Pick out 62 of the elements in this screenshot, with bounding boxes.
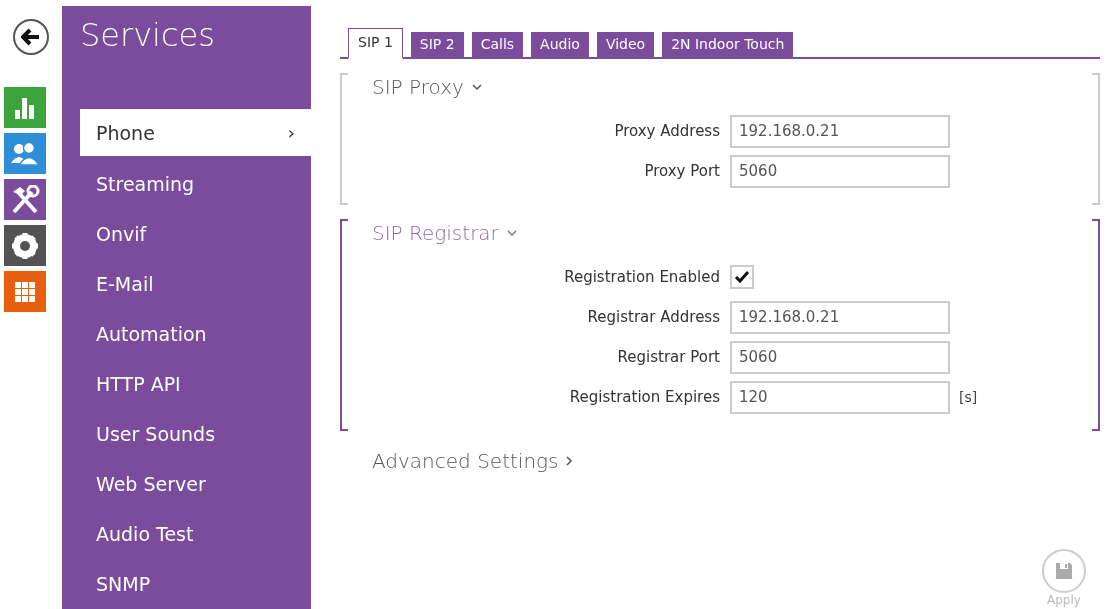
checkmark-icon [734, 270, 750, 284]
sidebar-item-label: Audio Test [96, 523, 194, 545]
field-label: Proxy Address [613, 122, 721, 140]
sidebar-item[interactable]: Phone › [80, 109, 311, 156]
sidebar-item[interactable]: Onvif [80, 209, 311, 259]
sidebar-item[interactable]: Streaming [80, 159, 311, 209]
nav-tile[interactable] [4, 225, 46, 266]
tab[interactable]: Video [596, 32, 655, 57]
checkbox[interactable] [730, 265, 754, 289]
section-title: Advanced Settings [372, 449, 559, 473]
hammer-wrench-icon [10, 184, 40, 215]
sidebar-title: Services [79, 15, 216, 56]
input-field[interactable]: 192.168.0.21 [730, 114, 950, 148]
sidebar-item[interactable]: Audio Test [80, 509, 311, 559]
chevron-down-icon [471, 83, 482, 91]
sidebar-item[interactable]: HTTP API [80, 359, 311, 409]
section-title: SIP Proxy [372, 75, 464, 99]
sidebar-item-label: Onvif [96, 223, 147, 245]
sidebar-item[interactable]: User Sounds [80, 409, 311, 459]
tab[interactable]: 2N Indoor Touch [662, 32, 794, 57]
tab[interactable]: SIP 1 [348, 28, 403, 59]
sidebar-item-label: Automation [96, 323, 207, 345]
input-field[interactable]: 192.168.0.21 [730, 300, 950, 334]
sidebar-item-label: Phone [96, 121, 155, 144]
unit-label: [s] [959, 389, 978, 405]
field-label: Registrar Address [586, 308, 721, 326]
sidebar-item[interactable]: Automation [80, 309, 311, 359]
grid-icon [14, 280, 36, 303]
sidebar-item-label: HTTP API [96, 373, 181, 395]
sidebar-item-label: Web Server [96, 473, 206, 495]
sidebar-item[interactable]: E-Mail [80, 259, 311, 309]
input-field[interactable]: 5060 [730, 154, 950, 188]
nav-tile[interactable] [4, 271, 46, 312]
tab[interactable]: SIP 2 [410, 32, 464, 57]
field-label: Proxy Port [643, 162, 721, 180]
section-title: SIP Registrar [372, 221, 499, 245]
tab[interactable]: Calls [471, 32, 524, 57]
input-field[interactable]: 5060 [730, 340, 950, 374]
sidebar-item-label: Streaming [96, 173, 195, 195]
nav-tile[interactable] [4, 179, 46, 220]
users-icon [10, 140, 40, 167]
tab[interactable]: Audio [531, 32, 589, 57]
chevron-down-icon [506, 229, 517, 237]
section-header[interactable]: Advanced Settings [372, 447, 574, 485]
field-label: Registration Expires [568, 388, 721, 406]
nav-tile[interactable] [4, 133, 46, 174]
field-label: Registration Enabled [563, 268, 721, 286]
input-field[interactable]: 120 [730, 380, 950, 414]
section-header[interactable]: SIP Proxy [372, 73, 482, 111]
nav-tile[interactable] [4, 87, 46, 128]
sidebar-item-label: SNMP [96, 573, 151, 595]
sidebar-item[interactable]: SNMP [80, 559, 311, 609]
back-button[interactable] [13, 19, 49, 55]
field-label: Registrar Port [616, 348, 721, 366]
sidebar-item-label: E-Mail [96, 273, 154, 295]
chevron-right-icon [566, 456, 574, 466]
arrow-left-icon [21, 28, 41, 46]
gear-icon [11, 231, 39, 260]
section-header[interactable]: SIP Registrar [372, 219, 517, 257]
chevron-right-icon: › [287, 122, 295, 143]
sidebar-item-label: User Sounds [96, 423, 216, 445]
sidebar-item[interactable]: Web Server [80, 459, 311, 509]
